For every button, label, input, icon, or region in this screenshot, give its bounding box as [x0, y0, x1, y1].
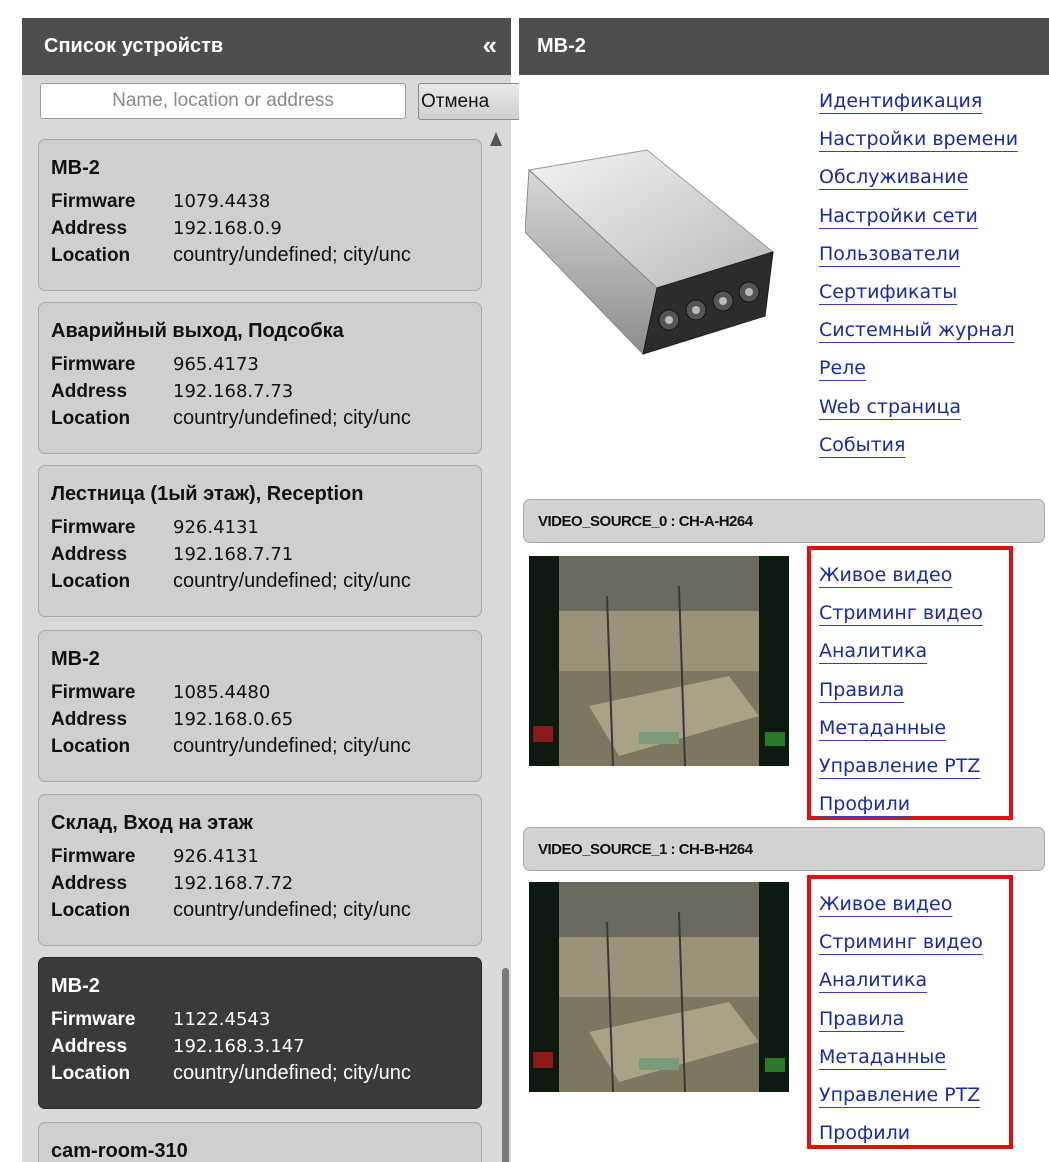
firmware-label: Firmware — [51, 682, 136, 703]
firmware-value: 965.4173 — [173, 354, 259, 375]
device-detail-title: MB-2 — [537, 35, 586, 57]
device-name: MB-2 — [51, 648, 100, 670]
link-system-log[interactable]: Системный журнал — [819, 311, 1018, 349]
link-events[interactable]: События — [819, 426, 1018, 464]
location-value: country/undefined; city/unc — [173, 735, 411, 757]
device-photo — [525, 149, 775, 356]
address-value: 192.168.3.147 — [173, 1036, 305, 1057]
location-label: Location — [51, 1063, 131, 1084]
device-card[interactable]: Лестница (1ый этаж), Reception Firmware 9… — [38, 465, 482, 617]
device-list: MB-2 Firmware 1079.4438 Address 192.168.0.… — [22, 127, 511, 1162]
link-maintenance[interactable]: Обслуживание — [819, 158, 1018, 196]
link-metadata[interactable]: Метаданные — [819, 1038, 983, 1076]
link-analytics[interactable]: Аналитика — [819, 961, 983, 999]
firmware-value: 1122.4543 — [173, 1009, 271, 1030]
video-preview-thumbnail[interactable] — [529, 556, 789, 766]
address-value: 192.168.0.65 — [173, 709, 294, 730]
firmware-label: Firmware — [51, 354, 136, 375]
device-card-selected[interactable]: MB-2 Firmware 1122.4543 Address 192.168.3.… — [38, 957, 482, 1109]
link-rules[interactable]: Правила — [819, 1000, 983, 1038]
link-live-video[interactable]: Живое видео — [819, 885, 983, 923]
address-value: 192.168.7.72 — [173, 873, 294, 894]
address-label: Address — [51, 873, 128, 894]
device-card[interactable]: cam-room-310 — [38, 1122, 482, 1162]
device-name: Лестница (1ый этаж), Reception — [51, 483, 364, 505]
location-label: Location — [51, 571, 131, 592]
device-list-header: Список устройств « — [22, 18, 511, 75]
location-label: Location — [51, 736, 131, 757]
scrollbar-thumb[interactable] — [502, 968, 509, 1162]
link-video-streaming[interactable]: Стриминг видео — [819, 923, 983, 961]
location-value: country/undefined; city/unc — [173, 407, 411, 429]
link-metadata[interactable]: Метаданные — [819, 709, 983, 747]
device-card[interactable]: MB-2 Firmware 1085.4480 Address 192.168.0.… — [38, 630, 482, 782]
link-identification[interactable]: Идентификация — [819, 82, 1018, 120]
link-ptz-control[interactable]: Управление PTZ — [819, 747, 983, 785]
address-label: Address — [51, 709, 128, 730]
device-detail-header: MB-2 — [519, 18, 1049, 75]
firmware-value: 1079.4438 — [173, 191, 271, 212]
address-label: Address — [51, 381, 128, 402]
link-relay[interactable]: Реле — [819, 349, 1018, 387]
video-source-0-links: Живое видео Стриминг видео Аналитика Пра… — [819, 556, 983, 823]
firmware-label: Firmware — [51, 846, 136, 867]
link-profiles[interactable]: Профили — [819, 785, 983, 823]
link-ptz-control[interactable]: Управление PTZ — [819, 1076, 983, 1114]
location-value: country/undefined; city/unc — [173, 570, 411, 592]
link-time-settings[interactable]: Настройки времени — [819, 120, 1018, 158]
firmware-label: Firmware — [51, 517, 136, 538]
location-label: Location — [51, 900, 131, 921]
device-list-title: Список устройств — [44, 35, 224, 57]
location-value: country/undefined; city/unc — [173, 899, 411, 921]
firmware-label: Firmware — [51, 191, 136, 212]
device-card[interactable]: MB-2 Firmware 1079.4438 Address 192.168.0.… — [38, 139, 482, 291]
link-analytics[interactable]: Аналитика — [819, 632, 983, 670]
video-source-1-links: Живое видео Стриминг видео Аналитика Пра… — [819, 885, 983, 1152]
address-value: 192.168.7.73 — [173, 381, 294, 402]
firmware-value: 926.4131 — [173, 846, 259, 867]
device-name: MB-2 — [51, 975, 100, 997]
search-row: Отмена — [22, 75, 528, 127]
device-card[interactable]: Склад, Вход на этаж Firmware 926.4131 Add… — [38, 794, 482, 946]
device-detail-panel: MB-2 Идентификация Настройки времени Обс… — [519, 18, 1049, 1162]
collapse-panel-icon[interactable]: « — [483, 32, 497, 58]
firmware-value: 1085.4480 — [173, 682, 271, 703]
device-name: cam-room-310 — [51, 1140, 188, 1162]
link-network-settings[interactable]: Настройки сети — [819, 197, 1018, 235]
link-web-page[interactable]: Web страница — [819, 388, 1018, 426]
device-name: Аварийный выход, Подсобка — [51, 320, 344, 342]
address-value: 192.168.0.9 — [173, 218, 282, 239]
device-card[interactable]: Аварийный выход, Подсобка Firmware 965.41… — [38, 302, 482, 454]
link-rules[interactable]: Правила — [819, 671, 983, 709]
device-name: MB-2 — [51, 157, 100, 179]
address-value: 192.168.7.71 — [173, 544, 294, 565]
video-preview-thumbnail[interactable] — [529, 882, 789, 1092]
address-label: Address — [51, 218, 128, 239]
video-source-0-highlight: Живое видео Стриминг видео Аналитика Пра… — [807, 546, 1013, 820]
device-name: Склад, Вход на этаж — [51, 812, 253, 834]
link-certificates[interactable]: Сертификаты — [819, 273, 1018, 311]
firmware-value: 926.4131 — [173, 517, 259, 538]
device-search-input[interactable] — [40, 83, 406, 119]
link-video-streaming[interactable]: Стриминг видео — [819, 594, 983, 632]
address-label: Address — [51, 1036, 128, 1057]
location-value: country/undefined; city/unc — [173, 1062, 411, 1084]
cancel-search-button[interactable]: Отмена — [418, 83, 528, 120]
scroll-up-arrow-icon[interactable] — [490, 132, 502, 146]
video-source-1-highlight: Живое видео Стриминг видео Аналитика Пра… — [807, 875, 1013, 1149]
address-label: Address — [51, 544, 128, 565]
link-users[interactable]: Пользователи — [819, 235, 1018, 273]
link-profiles[interactable]: Профили — [819, 1114, 983, 1152]
device-settings-links: Идентификация Настройки времени Обслужив… — [819, 82, 1018, 464]
location-value: country/undefined; city/unc — [173, 244, 411, 266]
firmware-label: Firmware — [51, 1009, 136, 1030]
device-list-panel: Список устройств « Отмена MB-2 Firmware 1… — [22, 18, 528, 1162]
link-live-video[interactable]: Живое видео — [819, 556, 983, 594]
location-label: Location — [51, 408, 131, 429]
location-label: Location — [51, 245, 131, 266]
video-source-header[interactable]: VIDEO_SOURCE_0 : CH-A-H264 — [523, 499, 1045, 543]
video-source-header[interactable]: VIDEO_SOURCE_1 : CH-B-H264 — [523, 827, 1045, 871]
